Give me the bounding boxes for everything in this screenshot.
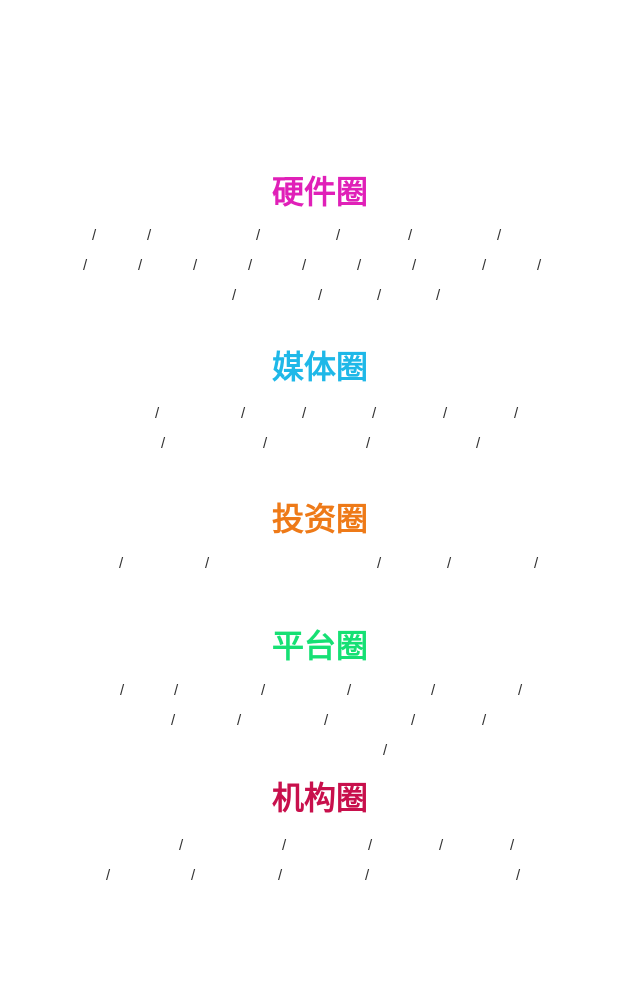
separator-slash: / — [482, 257, 487, 274]
separator-slash: / — [510, 837, 515, 854]
separator-slash: / — [241, 405, 246, 422]
separator-slash: / — [179, 837, 184, 854]
separator-slash: / — [412, 257, 417, 274]
separator-slash: / — [205, 555, 210, 572]
separator-slash: / — [537, 257, 542, 274]
separator-slash: / — [302, 257, 307, 274]
separator-slash: / — [447, 555, 452, 572]
separator-slash: / — [324, 712, 329, 729]
separator-slash: / — [161, 435, 166, 452]
separator-slash: / — [232, 287, 237, 304]
separator-slash: / — [147, 227, 152, 244]
section-title-investment: 投资圈 — [271, 500, 368, 538]
separator-slash: / — [92, 227, 97, 244]
separator-slash: / — [377, 287, 382, 304]
separator-slash: / — [318, 287, 323, 304]
separator-slash: / — [383, 742, 388, 759]
separator-slash: / — [106, 867, 111, 884]
separator-slash: / — [372, 405, 377, 422]
separator-slash: / — [357, 257, 362, 274]
separator-slash: / — [431, 682, 436, 699]
separator-slash: / — [336, 227, 341, 244]
separator-slash: / — [83, 257, 88, 274]
separator-slash: / — [439, 837, 444, 854]
separator-slash: / — [482, 712, 487, 729]
separator-slash: / — [237, 712, 242, 729]
separator-slash: / — [261, 682, 266, 699]
separator-slash: / — [302, 405, 307, 422]
separator-slash: / — [516, 867, 521, 884]
separator-slash: / — [191, 867, 196, 884]
separator-slash: / — [138, 257, 143, 274]
separator-slash: / — [377, 555, 382, 572]
separator-slash: / — [365, 867, 370, 884]
separator-slash: / — [256, 227, 261, 244]
separator-slash: / — [282, 837, 287, 854]
separator-slash: / — [411, 712, 416, 729]
separator-slash: / — [518, 682, 523, 699]
separator-slash: / — [174, 682, 179, 699]
separator-slash: / — [171, 712, 176, 729]
separator-slash: / — [436, 287, 441, 304]
separator-slash: / — [408, 227, 413, 244]
separator-slash: / — [534, 555, 539, 572]
separator-slash: / — [476, 435, 481, 452]
separator-slash: / — [368, 837, 373, 854]
separator-slash: / — [443, 405, 448, 422]
section-title-platform: 平台圈 — [271, 627, 368, 665]
separator-slash: / — [366, 435, 371, 452]
separator-slash: / — [155, 405, 160, 422]
separator-slash: / — [248, 257, 253, 274]
separator-slash: / — [497, 227, 502, 244]
separator-slash: / — [263, 435, 268, 452]
separator-slash: / — [120, 682, 125, 699]
section-title-hardware: 硬件圈 — [271, 173, 368, 211]
separator-slash: / — [514, 405, 519, 422]
section-title-media: 媒体圈 — [271, 348, 368, 386]
separator-slash: / — [119, 555, 124, 572]
section-title-institution: 机构圈 — [271, 779, 368, 817]
separator-slash: / — [193, 257, 198, 274]
separator-slash: / — [347, 682, 352, 699]
separator-slash: / — [278, 867, 283, 884]
